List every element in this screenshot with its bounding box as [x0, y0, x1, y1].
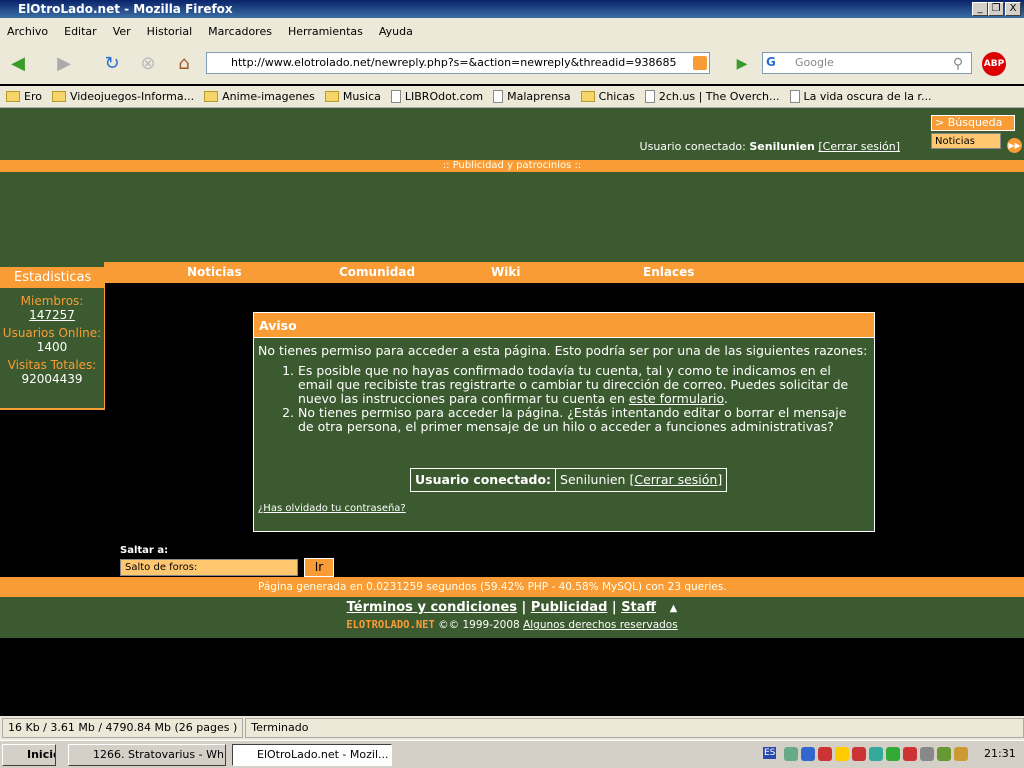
generation-info: Página generada en 0.0231259 segundos (5… [0, 577, 1024, 597]
status-text: Terminado [245, 718, 1024, 738]
rights-link[interactable]: Algunos derechos reservados [523, 619, 678, 631]
logged-user-box: Usuario conectado: Senilunien [Cerrar se… [410, 468, 728, 492]
menu-editar[interactable]: Editar [64, 25, 97, 38]
staff-link[interactable]: Staff [621, 600, 656, 615]
confirm-form-link[interactable]: este formulario [629, 391, 724, 406]
window-title: ElOtroLado.net - Mozilla Firefox [0, 0, 1024, 18]
home-icon[interactable]: ⌂ [172, 52, 196, 76]
bookmark-item[interactable]: LIBROdot.com [390, 90, 483, 103]
folder-icon [6, 91, 20, 102]
page-icon [789, 90, 800, 103]
page-icon [644, 90, 655, 103]
menu-marcadores[interactable]: Marcadores [208, 25, 272, 38]
nav-wiki[interactable]: Wiki [491, 265, 520, 279]
back-icon[interactable]: ◀ [6, 52, 30, 76]
bookmarks-bar: Ero Videojuegos-Informa... Anime-imagenes M… [0, 86, 1024, 108]
nav-comunidad[interactable]: Comunidad [339, 265, 415, 279]
site-logo: ELOTROLADO.NET [346, 619, 435, 631]
notice-box: Aviso No tienes permiso para acceder a e… [253, 312, 875, 532]
minimize-button[interactable]: _ [972, 2, 988, 16]
notice-title: Aviso [254, 313, 874, 338]
bookmark-item[interactable]: Ero [6, 90, 42, 103]
menu-bar: Archivo Editar Ver Historial Marcadores … [0, 18, 1024, 44]
go-button[interactable]: Ir [304, 558, 334, 577]
bookmark-item[interactable]: La vida oscura de la r... [789, 90, 931, 103]
stats-sidebar: Estadisticas Miembros: 147257 Usuarios O… [0, 262, 105, 410]
forward-icon[interactable]: ▶ [52, 52, 76, 76]
main-nav: Noticias Comunidad Wiki Enlaces [105, 262, 1024, 283]
nav-noticias[interactable]: Noticias [187, 265, 242, 279]
footer: Términos y condiciones | Publicidad | St… [0, 597, 1024, 638]
system-tray [784, 747, 974, 763]
forum-jump-select[interactable]: Salto de foros: [120, 559, 298, 576]
status-size: 16 Kb / 3.61 Mb / 4790.84 Mb (26 pages ) [2, 718, 244, 738]
search-input[interactable]: Google [762, 52, 972, 74]
start-button[interactable]: Inicio [2, 744, 56, 766]
reload-icon[interactable]: ↻ [100, 52, 124, 76]
terms-link[interactable]: Términos y condiciones [347, 600, 517, 615]
section-select[interactable]: Noticias [931, 133, 1001, 149]
jump-label: Saltar a: [120, 545, 169, 556]
members-count[interactable]: 147257 [0, 308, 104, 322]
google-icon[interactable]: G [766, 55, 776, 69]
close-button[interactable]: X [1005, 2, 1021, 16]
logout-link[interactable]: [Cerrar sesión] [818, 140, 900, 153]
tray-icon[interactable] [852, 747, 866, 761]
status-bar: 16 Kb / 3.61 Mb / 4790.84 Mb (26 pages )… [0, 716, 1024, 740]
clock: 21:31 [984, 747, 1016, 760]
online-count: 1400 [36, 340, 68, 354]
ad-area [0, 172, 1024, 262]
tray-icon[interactable] [954, 747, 968, 761]
task-firefox[interactable]: ElOtroLado.net - Mozil... [232, 744, 392, 766]
tray-icon[interactable] [869, 747, 883, 761]
menu-historial[interactable]: Historial [147, 25, 192, 38]
nav-enlaces[interactable]: Enlaces [643, 265, 694, 279]
search-button[interactable]: > Búsqueda [931, 115, 1015, 131]
bookmark-item[interactable]: 2ch.us | The Overch... [644, 90, 780, 103]
stop-icon[interactable]: ⊗ [136, 52, 160, 76]
maximize-button[interactable]: ❐ [988, 2, 1004, 16]
tray-icon[interactable] [886, 747, 900, 761]
rss-icon[interactable] [693, 56, 707, 70]
user-info: Usuario conectado: Senilunien [Cerrar se… [639, 140, 900, 153]
adblock-icon[interactable]: ABP [982, 52, 1006, 76]
bookmark-item[interactable]: Chicas [580, 90, 635, 103]
tray-icon[interactable] [818, 747, 832, 761]
menu-herramientas[interactable]: Herramientas [288, 25, 363, 38]
up-arrow-icon[interactable]: ▲ [670, 603, 678, 614]
tray-icon[interactable] [920, 747, 934, 761]
bookmark-item[interactable]: Videojuegos-Informa... [51, 90, 194, 103]
tray-icon[interactable] [801, 747, 815, 761]
stats-title: Estadisticas [0, 267, 104, 288]
page-icon [493, 90, 504, 103]
folder-icon [580, 91, 595, 102]
logout-link-2[interactable]: [Cerrar sesión] [629, 472, 722, 487]
taskbar: Inicio 1266. Stratovarius - Wh... ElOtro… [0, 740, 1024, 768]
go-section-icon[interactable]: ▶▶ [1007, 138, 1022, 153]
ads-link[interactable]: Publicidad [531, 600, 608, 615]
visits-count: 92004439 [21, 372, 83, 386]
tray-icon[interactable] [903, 747, 917, 761]
task-winamp[interactable]: 1266. Stratovarius - Wh... [68, 744, 226, 766]
bookmark-item[interactable]: Musica [324, 90, 381, 103]
bookmark-item[interactable]: Malaprensa [493, 90, 571, 103]
bookmark-item[interactable]: Anime-imagenes [204, 90, 315, 103]
go-icon[interactable]: ▶ [730, 52, 754, 76]
menu-ayuda[interactable]: Ayuda [379, 25, 413, 38]
menu-ver[interactable]: Ver [113, 25, 131, 38]
folder-icon [204, 91, 219, 102]
menu-archivo[interactable]: Archivo [7, 25, 48, 38]
forgot-password-link[interactable]: ¿Has olvidado tu contraseña? [258, 503, 406, 514]
language-indicator[interactable]: ES [763, 747, 777, 759]
folder-icon [51, 91, 66, 102]
page-icon [390, 90, 401, 103]
tray-icon[interactable] [835, 747, 849, 761]
url-input[interactable]: http://www.elotrolado.net/newreply.php?s… [206, 52, 710, 74]
folder-icon [324, 91, 339, 102]
tray-icon[interactable] [937, 747, 951, 761]
ad-label: :: Publicidad y patrocinios :: [0, 160, 1024, 172]
tray-icon[interactable] [784, 747, 798, 761]
search-icon[interactable]: ⚲ [946, 52, 970, 76]
